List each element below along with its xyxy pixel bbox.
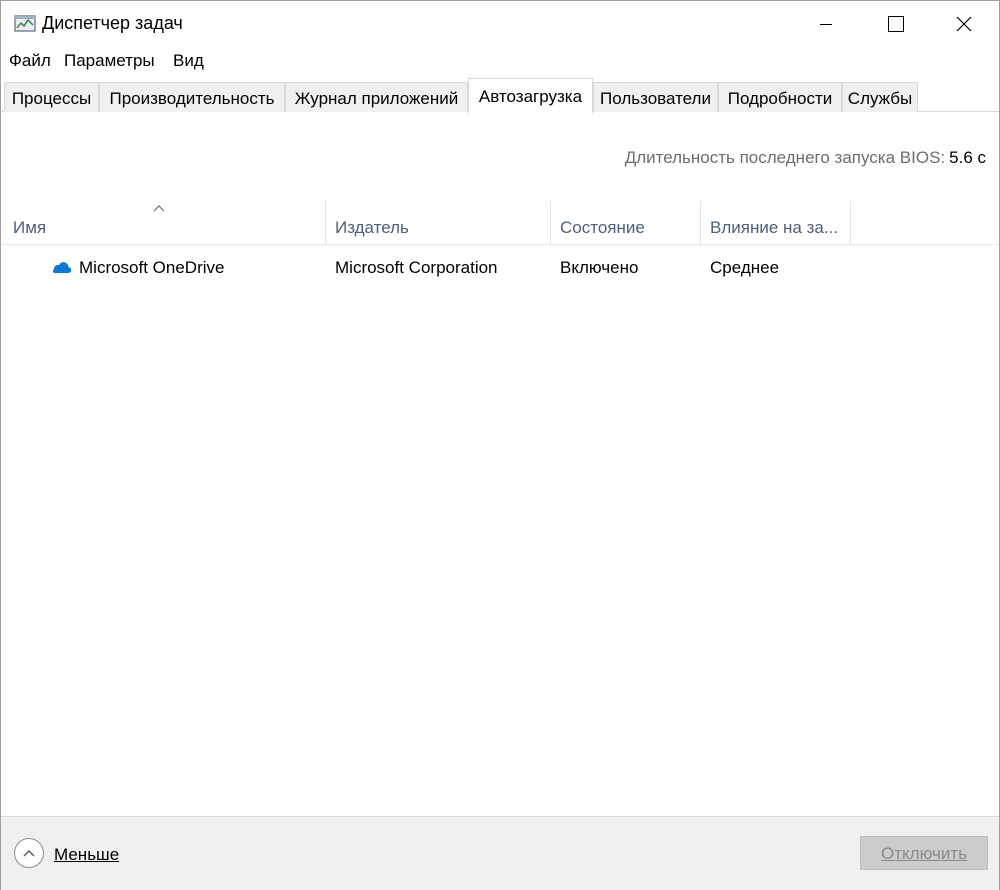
menu-bar: Файл Параметры Вид: [1, 49, 999, 75]
column-header-status-label: Состояние: [560, 218, 645, 237]
close-icon: [956, 16, 972, 32]
maximize-button[interactable]: [861, 1, 931, 47]
column-header-startup-impact[interactable]: Влияние на за...: [701, 201, 851, 244]
menu-file[interactable]: Файл: [9, 51, 51, 71]
row-publisher: Microsoft Corporation: [335, 258, 498, 277]
disable-button[interactable]: Отключить: [860, 836, 988, 870]
task-manager-window: Диспетчер задач Файл Параметры Вид Проце…: [0, 0, 1000, 890]
menu-view[interactable]: Вид: [173, 51, 204, 71]
fewer-details-link[interactable]: Меньше: [54, 845, 119, 865]
column-header-publisher[interactable]: Издатель: [326, 201, 551, 244]
minimize-button[interactable]: [791, 1, 861, 47]
bios-duration: Длительность последнего запуска BIOS: 5.6…: [625, 148, 986, 168]
row-startup-impact: Среднее: [710, 258, 780, 277]
maximize-icon: [888, 16, 904, 32]
column-header-startup-impact-label: Влияние на за...: [710, 218, 839, 237]
table-row[interactable]: Microsoft OneDrive Microsoft Corporation…: [2, 251, 999, 285]
column-header-publisher-label: Издатель: [335, 218, 409, 237]
bios-duration-label: Длительность последнего запуска BIOS:: [624, 148, 946, 167]
tab-services[interactable]: Службы: [842, 82, 918, 112]
tab-app-history[interactable]: Журнал приложений: [285, 82, 468, 112]
row-name: Microsoft OneDrive: [79, 258, 225, 277]
onedrive-cloud-icon: [53, 262, 71, 274]
row-status: Включено: [560, 258, 639, 277]
column-header-status[interactable]: Состояние: [551, 201, 701, 244]
startup-table-header: Имя Издатель Состояние Влияние на за...: [2, 201, 999, 245]
footer-bar: Меньше Отключить: [1, 816, 999, 890]
fewer-details-toggle[interactable]: [14, 838, 44, 868]
close-button[interactable]: [929, 1, 999, 47]
task-manager-icon: [14, 15, 36, 32]
column-header-name-label: Имя: [13, 218, 47, 237]
minimize-icon: [820, 24, 832, 25]
tab-startup[interactable]: Автозагрузка: [468, 78, 593, 113]
chevron-up-icon: [23, 850, 35, 857]
menu-parameters[interactable]: Параметры: [64, 51, 155, 71]
tab-details[interactable]: Подробности: [718, 82, 842, 112]
tab-strip: Процессы Производительность Журнал прило…: [1, 78, 999, 113]
window-title: Диспетчер задач: [42, 13, 183, 33]
tab-users[interactable]: Пользователи: [593, 82, 718, 112]
bios-duration-value: 5.6 с: [949, 148, 986, 167]
column-header-name[interactable]: Имя: [2, 201, 326, 244]
sort-ascending-icon: [153, 205, 165, 212]
title-bar[interactable]: Диспетчер задач: [1, 1, 999, 47]
tab-processes[interactable]: Процессы: [4, 82, 99, 112]
tab-performance[interactable]: Производительность: [99, 82, 285, 112]
